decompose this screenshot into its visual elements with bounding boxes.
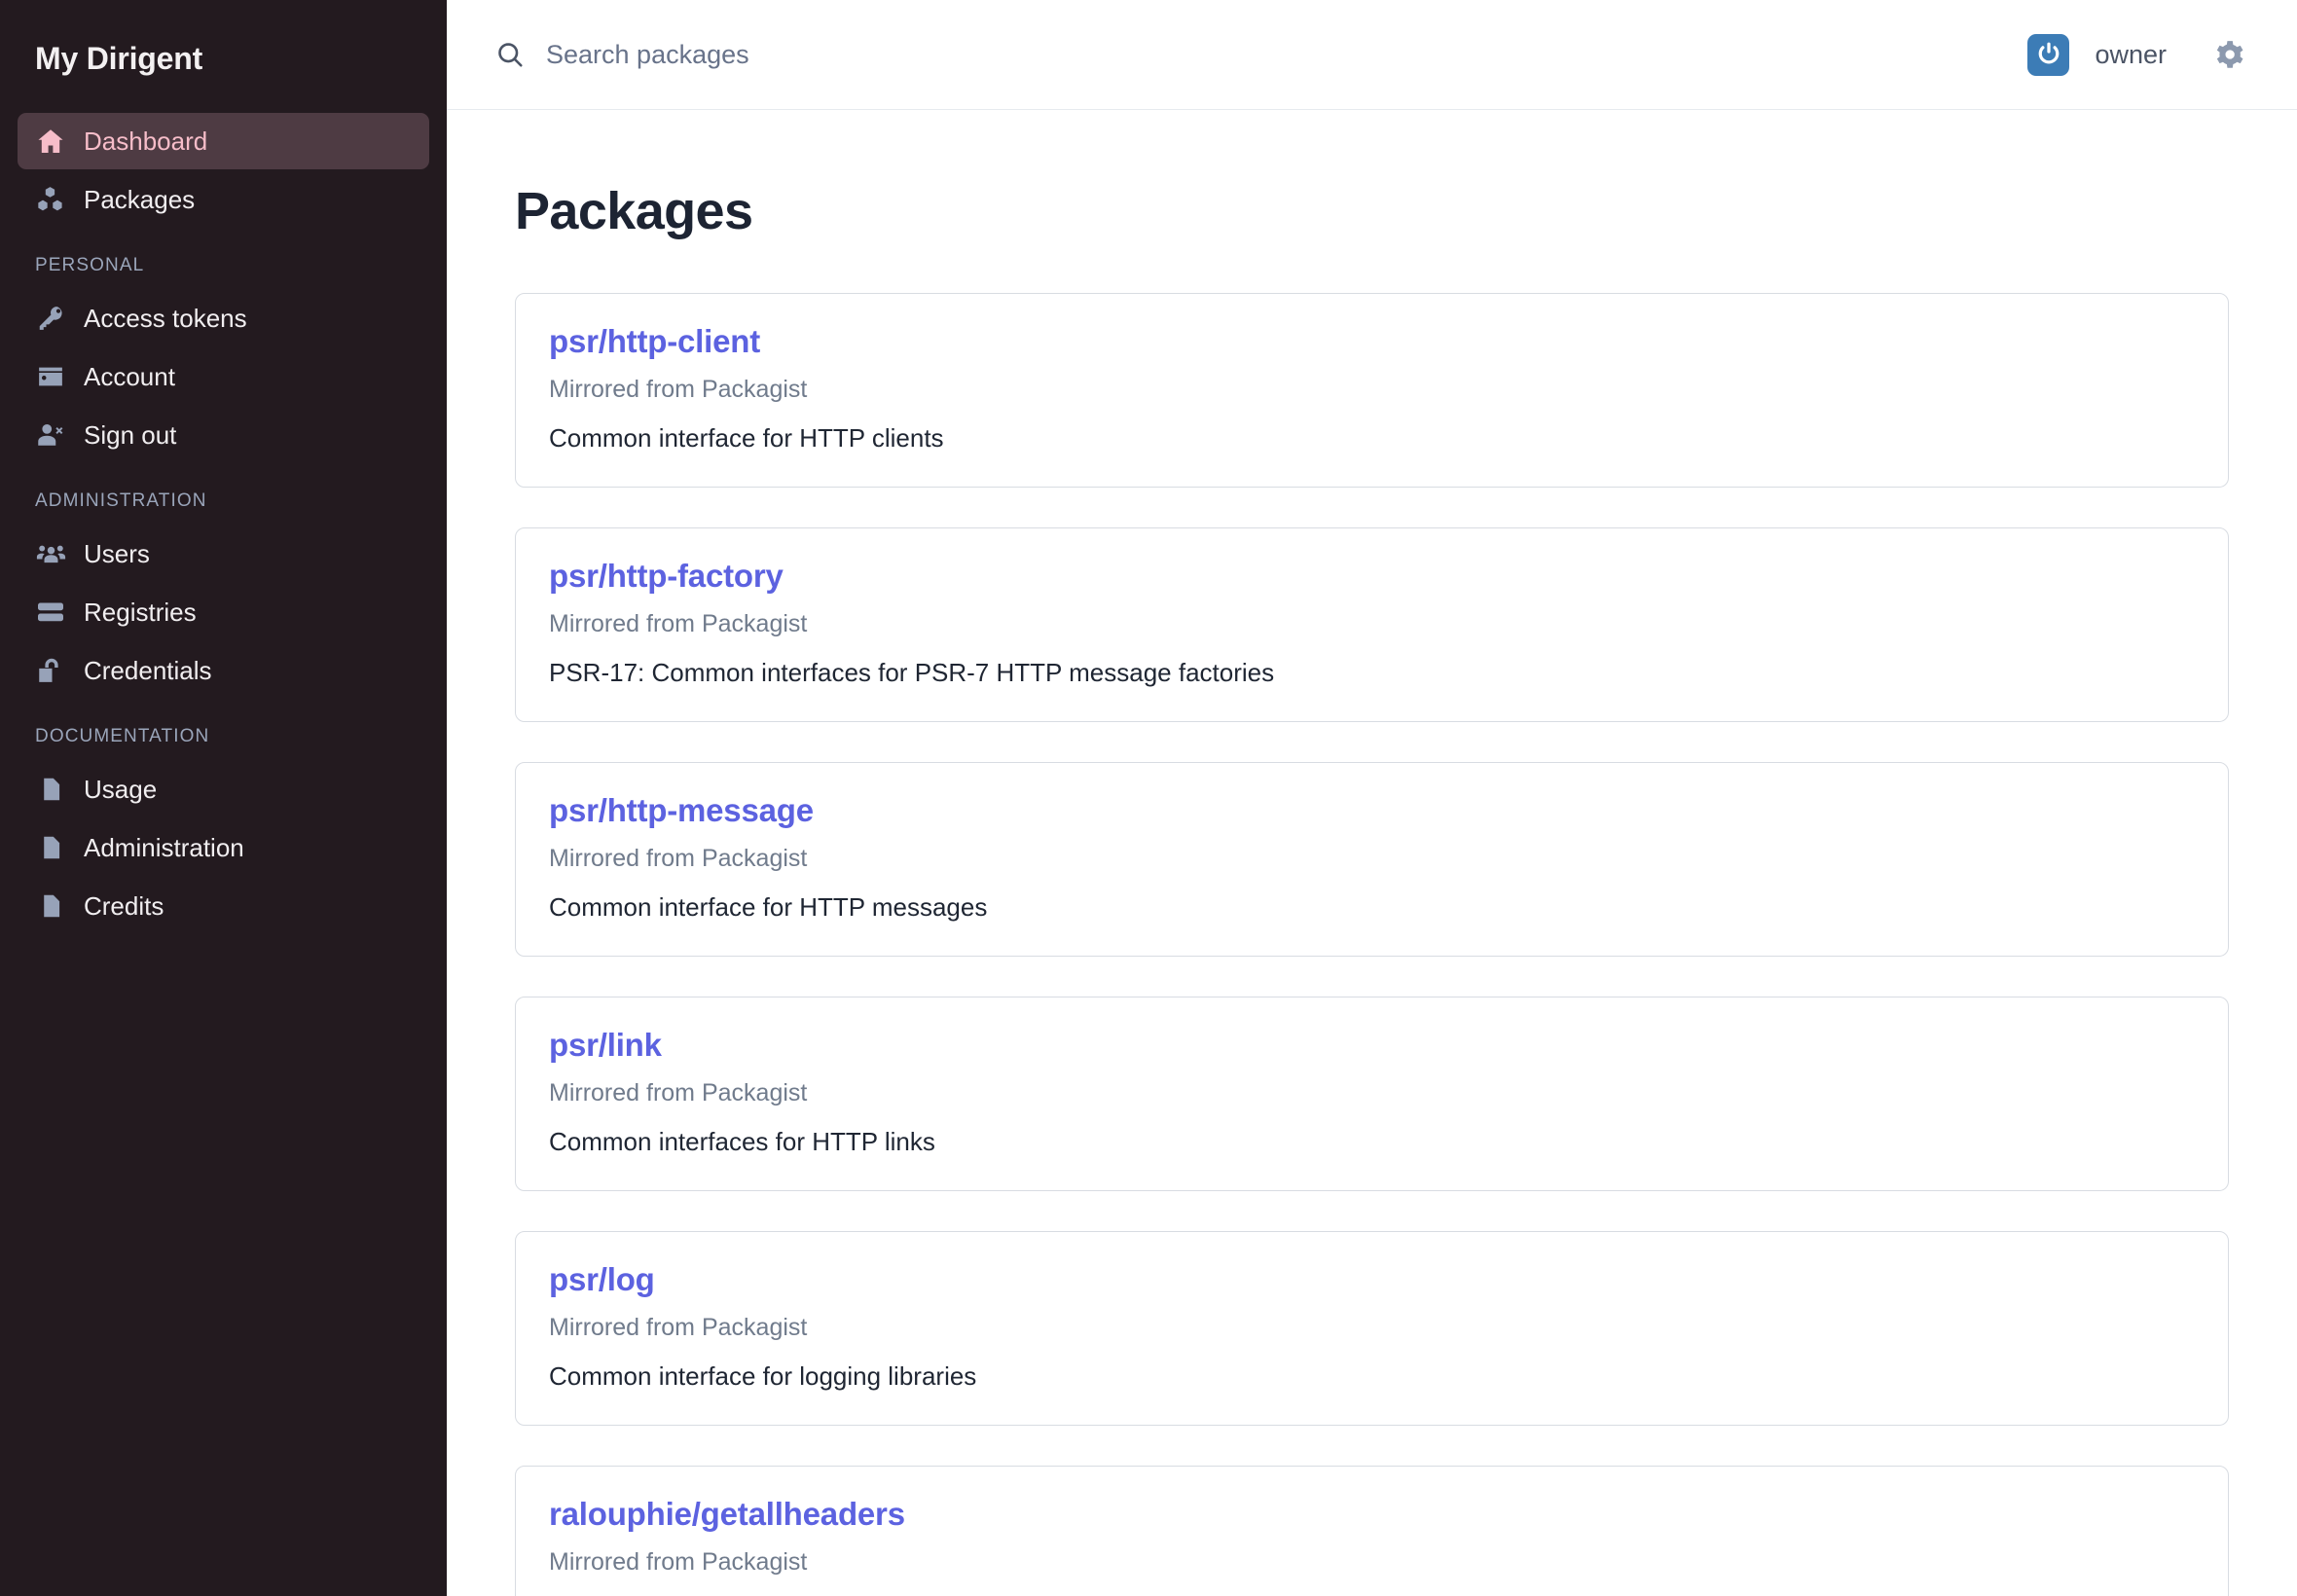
boxes-icon bbox=[35, 184, 66, 215]
sidebar-item-registries[interactable]: Registries bbox=[18, 584, 429, 640]
search-input[interactable] bbox=[546, 40, 1227, 70]
package-name-link[interactable]: ralouphie/getallheaders bbox=[549, 1496, 905, 1533]
document-icon bbox=[35, 774, 66, 805]
server-icon bbox=[35, 597, 66, 628]
package-card[interactable]: psr/http-client Mirrored from Packagist … bbox=[515, 293, 2229, 488]
package-card[interactable]: psr/link Mirrored from Packagist Common … bbox=[515, 997, 2229, 1191]
sidebar-item-sign-out[interactable]: Sign out bbox=[18, 407, 429, 463]
package-origin: Mirrored from Packagist bbox=[549, 610, 2195, 638]
sidebar-item-administration[interactable]: Administration bbox=[18, 819, 429, 876]
sidebar-item-account[interactable]: Account bbox=[18, 348, 429, 405]
package-name-link[interactable]: psr/http-factory bbox=[549, 558, 784, 595]
sidebar-item-label: Administration bbox=[84, 833, 244, 863]
sidebar-item-label: Usage bbox=[84, 775, 157, 805]
sidebar-item-label: Registries bbox=[84, 598, 197, 628]
users-icon bbox=[35, 538, 66, 569]
home-icon bbox=[35, 126, 66, 157]
page-title: Packages bbox=[515, 181, 2229, 241]
sidebar-section-title: PERSONAL bbox=[18, 255, 429, 276]
sidebar-item-label: Credentials bbox=[84, 656, 212, 686]
package-origin: Mirrored from Packagist bbox=[549, 1314, 2195, 1342]
content-area: Packages psr/http-client Mirrored from P… bbox=[447, 110, 2297, 1596]
package-card[interactable]: psr/log Mirrored from Packagist Common i… bbox=[515, 1231, 2229, 1426]
sidebar-item-label: Credits bbox=[84, 891, 164, 922]
package-card[interactable]: psr/http-factory Mirrored from Packagist… bbox=[515, 527, 2229, 722]
sidebar-item-label: Dashboard bbox=[84, 127, 207, 157]
sidebar-item-access-tokens[interactable]: Access tokens bbox=[18, 290, 429, 346]
brand-title: My Dirigent bbox=[18, 0, 429, 113]
package-name-link[interactable]: psr/http-message bbox=[549, 792, 814, 829]
app-root: My Dirigent Dashboard Packages PERSONAL bbox=[0, 0, 2297, 1596]
sidebar-section-administration: ADMINISTRATION Users bbox=[18, 490, 429, 699]
sidebar-item-label: Account bbox=[84, 362, 175, 392]
search-container[interactable] bbox=[495, 40, 2027, 70]
sidebar-item-label: Users bbox=[84, 539, 150, 569]
sidebar-item-label: Sign out bbox=[84, 420, 176, 451]
sidebar: My Dirigent Dashboard Packages PERSONAL bbox=[0, 0, 447, 1596]
package-description: Common interface for HTTP clients bbox=[549, 423, 2195, 453]
sidebar-item-packages[interactable]: Packages bbox=[18, 171, 429, 228]
document-icon bbox=[35, 890, 66, 922]
sidebar-item-credits[interactable]: Credits bbox=[18, 878, 429, 934]
id-card-icon bbox=[35, 361, 66, 392]
sidebar-item-dashboard[interactable]: Dashboard bbox=[18, 113, 429, 169]
user-remove-icon bbox=[35, 419, 66, 451]
search-icon bbox=[495, 40, 525, 69]
sidebar-section-title: DOCUMENTATION bbox=[18, 726, 429, 747]
avatar[interactable] bbox=[2027, 34, 2069, 76]
sidebar-item-label: Access tokens bbox=[84, 304, 247, 334]
sidebar-primary-nav: Dashboard Packages bbox=[18, 113, 429, 228]
sidebar-item-credentials[interactable]: Credentials bbox=[18, 642, 429, 699]
sidebar-item-users[interactable]: Users bbox=[18, 526, 429, 582]
topbar-right: owner bbox=[2027, 34, 2250, 76]
package-description: Common interfaces for HTTP links bbox=[549, 1127, 2195, 1157]
package-description: Common interface for HTTP messages bbox=[549, 892, 2195, 923]
sidebar-section-title: ADMINISTRATION bbox=[18, 490, 429, 512]
package-card[interactable]: psr/http-message Mirrored from Packagist… bbox=[515, 762, 2229, 957]
sidebar-section-documentation: DOCUMENTATION Usage Administration Credi… bbox=[18, 726, 429, 934]
package-name-link[interactable]: psr/log bbox=[549, 1261, 655, 1298]
package-origin: Mirrored from Packagist bbox=[549, 845, 2195, 873]
package-origin: Mirrored from Packagist bbox=[549, 1079, 2195, 1107]
unlock-icon bbox=[35, 655, 66, 686]
package-origin: Mirrored from Packagist bbox=[549, 376, 2195, 404]
main-area: owner Packages psr/http-client Mirrored … bbox=[447, 0, 2297, 1596]
owner-name: owner bbox=[2095, 40, 2167, 70]
topbar: owner bbox=[447, 0, 2297, 110]
package-description: Common interface for logging libraries bbox=[549, 1361, 2195, 1392]
package-name-link[interactable]: psr/link bbox=[549, 1027, 662, 1064]
package-list: psr/http-client Mirrored from Packagist … bbox=[515, 293, 2229, 1596]
sidebar-item-label: Packages bbox=[84, 185, 195, 215]
key-icon bbox=[35, 303, 66, 334]
gear-icon[interactable] bbox=[2209, 34, 2250, 75]
package-card[interactable]: ralouphie/getallheaders Mirrored from Pa… bbox=[515, 1466, 2229, 1596]
sidebar-item-usage[interactable]: Usage bbox=[18, 761, 429, 817]
package-origin: Mirrored from Packagist bbox=[549, 1548, 2195, 1577]
document-icon bbox=[35, 832, 66, 863]
sidebar-section-personal: PERSONAL Access tokens Account bbox=[18, 255, 429, 463]
package-description: PSR-17: Common interfaces for PSR-7 HTTP… bbox=[549, 658, 2195, 688]
package-name-link[interactable]: psr/http-client bbox=[549, 323, 760, 360]
